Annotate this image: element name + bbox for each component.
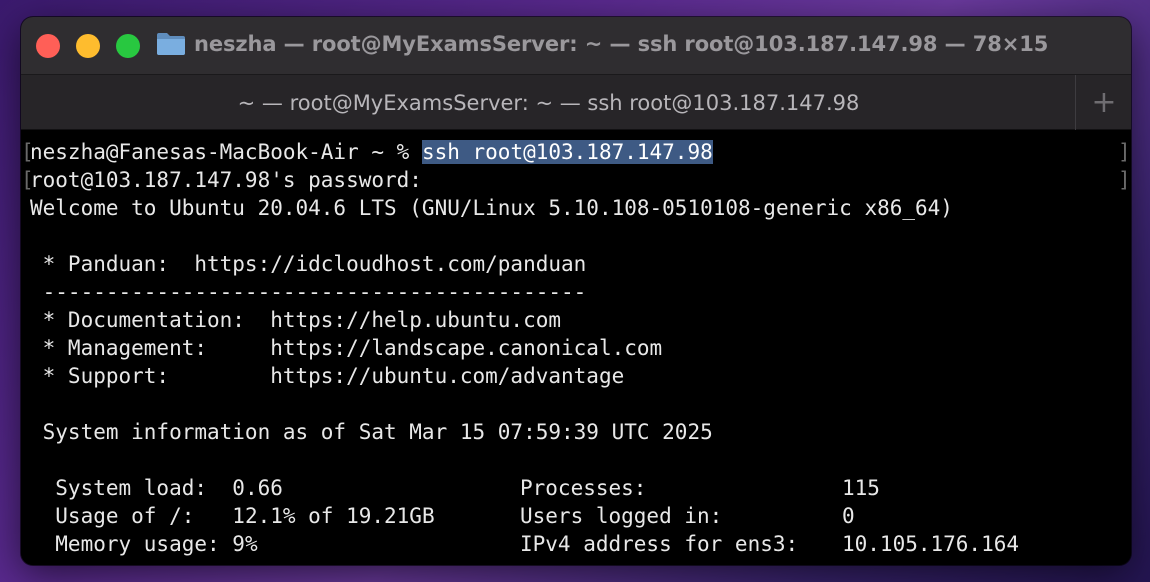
title-bar[interactable]: neszha — root@MyExamsServer: ~ — ssh roo… bbox=[21, 17, 1131, 74]
sysinfo-label: Memory usage: bbox=[30, 532, 233, 556]
tab-bar: ~ — root@MyExamsServer: ~ — ssh root@103… bbox=[21, 74, 1131, 130]
minimize-button[interactable] bbox=[76, 34, 100, 58]
sysinfo-label-2: IPv4 address for ens3: bbox=[520, 532, 799, 556]
maximize-button[interactable] bbox=[116, 34, 140, 58]
panduan-line: * Panduan: https://idcloudhost.com/pandu… bbox=[30, 252, 587, 276]
terminal-window: neszha — root@MyExamsServer: ~ — ssh roo… bbox=[21, 17, 1131, 565]
sysinfo-value: 12.1% of 19.21GB bbox=[232, 504, 435, 528]
welcome-line: Welcome to Ubuntu 20.04.6 LTS (GNU/Linux… bbox=[30, 196, 953, 220]
support-line: * Support: https://ubuntu.com/advantage bbox=[30, 364, 625, 388]
password-prompt: root@103.187.147.98's password: bbox=[30, 168, 422, 192]
sysinfo-value-2: 115 bbox=[842, 476, 880, 500]
management-line: * Management: https://landscape.canonica… bbox=[30, 336, 663, 360]
line-marker-right: ] bbox=[1118, 140, 1131, 164]
system-info-header: System information as of Sat Mar 15 07:5… bbox=[30, 420, 713, 444]
terminal-output[interactable]: [ neszha@Fanesas-MacBook-Air ~ % ssh roo… bbox=[21, 130, 1131, 565]
sysinfo-label-2: Processes: bbox=[520, 476, 647, 500]
line-marker-right: ] bbox=[1118, 168, 1131, 192]
sysinfo-value-2: 0 bbox=[842, 504, 855, 528]
sysinfo-value-2: 10.105.176.164 bbox=[842, 532, 1020, 556]
tab-label: ~ — root@MyExamsServer: ~ — ssh root@103… bbox=[237, 91, 860, 115]
sysinfo-row: System load: 0.66 bbox=[30, 474, 283, 502]
folder-icon bbox=[157, 33, 185, 55]
sysinfo-value: 0.66 bbox=[232, 476, 283, 500]
window-title: neszha — root@MyExamsServer: ~ — ssh roo… bbox=[194, 32, 1049, 56]
sysinfo-row: Memory usage: 9% bbox=[30, 530, 258, 558]
divider-line: ----------------------------------------… bbox=[30, 280, 587, 304]
documentation-line: * Documentation: https://help.ubuntu.com bbox=[30, 308, 562, 332]
sysinfo-label: System load: bbox=[30, 476, 233, 500]
close-button[interactable] bbox=[36, 34, 60, 58]
selected-command[interactable]: ssh root@103.187.147.98 bbox=[421, 140, 713, 164]
sysinfo-row: Usage of /: 12.1% of 19.21GB bbox=[30, 502, 435, 530]
new-tab-button[interactable]: + bbox=[1077, 75, 1131, 130]
prompt-line: neszha@Fanesas-MacBook-Air ~ % ssh root@… bbox=[30, 138, 713, 166]
sysinfo-value: 9% bbox=[232, 532, 258, 556]
sysinfo-label: Usage of /: bbox=[30, 504, 233, 528]
tab-ssh-session[interactable]: ~ — root@MyExamsServer: ~ — ssh root@103… bbox=[21, 75, 1076, 130]
shell-prompt: neszha@Fanesas-MacBook-Air ~ % bbox=[30, 140, 422, 164]
sysinfo-label-2: Users logged in: bbox=[520, 504, 723, 528]
